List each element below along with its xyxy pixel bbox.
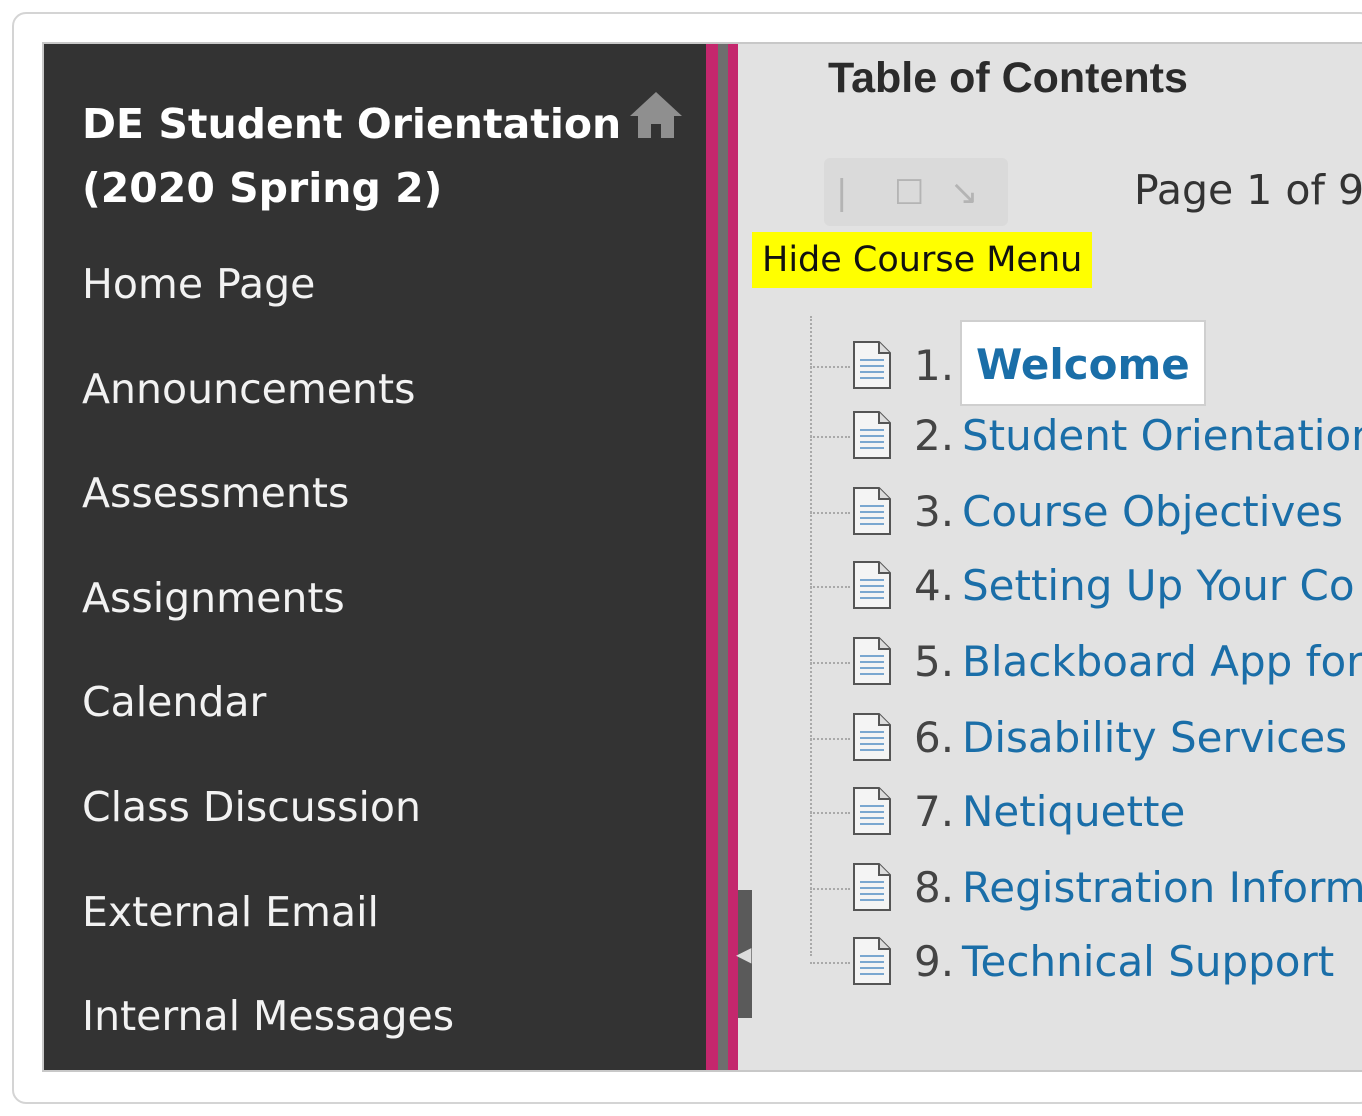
document-icon (853, 411, 891, 459)
tree-connector (810, 366, 850, 368)
arrow-down-right-icon[interactable]: ↘ (950, 176, 979, 210)
toc-item-link[interactable]: Registration Inform (962, 858, 1362, 918)
tree-connector (810, 888, 850, 890)
toc-item-number: 4. (914, 561, 955, 610)
course-menu: Home Page Announcements Assessments Assi… (82, 254, 454, 1070)
course-app: DE Student Orientation (2020 Spring 2) H… (42, 42, 1362, 1072)
expand-box-icon[interactable]: ☐ (894, 176, 924, 210)
document-icon (853, 787, 891, 835)
course-title[interactable]: DE Student Orientation (2020 Spring 2) (82, 92, 622, 220)
sidebar-item-assessments[interactable]: Assessments (82, 463, 454, 568)
page-indicator: Page 1 of 9 (1134, 166, 1362, 214)
tree-connector (810, 662, 850, 664)
sidebar-item-assignments[interactable]: Assignments (82, 568, 454, 673)
content-area: Table of Contents | ☐ ↘ Page 1 of 9 Hide… (752, 44, 1362, 1070)
sidebar-item-class-discussion[interactable]: Class Discussion (82, 777, 454, 882)
document-icon (853, 341, 891, 389)
window-frame: DE Student Orientation (2020 Spring 2) H… (12, 12, 1362, 1104)
sidebar-item-home-page[interactable]: Home Page (82, 254, 454, 359)
sidebar-item-external-email[interactable]: External Email (82, 882, 454, 987)
tree-connector (810, 436, 850, 438)
course-title-name: DE Student Orientation (82, 100, 622, 148)
toc-item-number: 7. (914, 787, 955, 836)
tree-connector (810, 586, 850, 588)
hide-course-menu-button[interactable]: Hide Course Menu (752, 232, 1093, 288)
home-icon[interactable] (628, 90, 684, 140)
toc-item-link[interactable]: Course Objectives (962, 482, 1343, 542)
sidebar-accent-stripe (706, 44, 718, 1070)
toc-item-number: 5. (914, 637, 955, 686)
toc-item-link[interactable]: Setting Up Your Co (962, 556, 1355, 616)
toc-item-number: 8. (914, 863, 955, 912)
document-icon (853, 637, 891, 685)
toc-tree-line (810, 316, 812, 956)
sidebar-item-calendar[interactable]: Calendar (82, 672, 454, 777)
collapse-menu-handle[interactable]: ◀ (736, 890, 752, 1018)
document-icon (853, 487, 891, 535)
toc-item-link[interactable]: Netiquette (962, 782, 1185, 842)
toc-item-number: 3. (914, 487, 955, 536)
tree-connector (810, 962, 850, 964)
toc-item-link[interactable]: Technical Support (962, 932, 1334, 992)
sidebar-item-internal-messages[interactable]: Internal Messages (82, 986, 454, 1070)
toc-item-number: 9. (914, 937, 955, 986)
tree-connector (810, 738, 850, 740)
chevron-left-icon: ◀ (736, 942, 752, 966)
toc-item-number: 1. (914, 341, 955, 390)
tree-connector (810, 812, 850, 814)
toc-item-number: 2. (914, 411, 955, 460)
toc-item-link[interactable]: Welcome (960, 320, 1206, 406)
toc-item-link[interactable]: Disability Services (962, 708, 1347, 768)
document-icon (853, 713, 891, 761)
toc-toolbar: | ☐ ↘ (824, 158, 1008, 226)
document-icon (853, 863, 891, 911)
document-icon (853, 937, 891, 985)
separator-icon: | (836, 173, 848, 213)
course-menu-sidebar: DE Student Orientation (2020 Spring 2) H… (44, 44, 706, 1070)
sidebar-divider (718, 44, 728, 1070)
toc-item-link[interactable]: Blackboard App for (962, 632, 1362, 692)
document-icon (853, 561, 891, 609)
toc-item-number: 6. (914, 713, 955, 762)
page-title: Table of Contents (828, 54, 1188, 102)
course-title-term: (2020 Spring 2) (82, 164, 443, 212)
tree-connector (810, 512, 850, 514)
toc-item-link[interactable]: Student Orientation (962, 406, 1362, 466)
sidebar-accent-stripe-right (728, 44, 738, 1070)
sidebar-item-announcements[interactable]: Announcements (82, 359, 454, 464)
